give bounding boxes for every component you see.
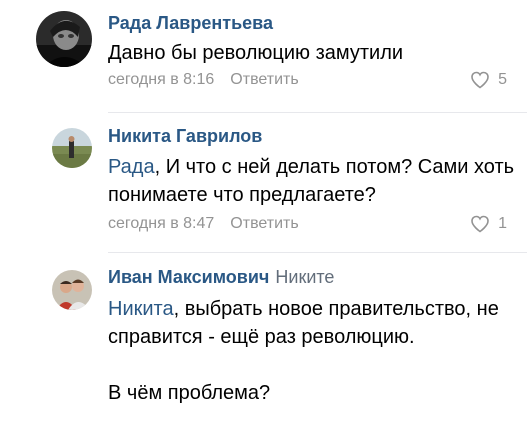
- mention-link[interactable]: Рада: [108, 156, 155, 178]
- divider: [108, 252, 527, 253]
- comment-text: Никита, выбрать новое правительство, не …: [108, 295, 518, 435]
- reply-button[interactable]: Ответить: [230, 71, 298, 88]
- comments-thread: Рада Лаврентьева Давно бы революцию заму…: [0, 0, 527, 408]
- comment-text: Рада, И что с ней делать потом? Сами хот…: [108, 153, 518, 209]
- comment-author[interactable]: Никита Гаврилов: [108, 126, 262, 147]
- comment: Никита Гаврилов Рада, И что с ней делать…: [0, 112, 527, 252]
- heart-icon: [471, 215, 489, 233]
- comment-meta: сегодня в 8:47 Ответить: [108, 215, 299, 233]
- like-count: 5: [498, 71, 507, 88]
- comment-body: , И что с ней делать потом? Сами хоть по…: [108, 156, 515, 206]
- comment: Иван Максимович Никите Никита, выбрать но…: [0, 252, 527, 408]
- avatar[interactable]: [52, 128, 92, 168]
- comment-timestamp[interactable]: сегодня в 8:47: [108, 215, 214, 232]
- like-count: 1: [498, 215, 507, 232]
- divider: [108, 112, 527, 113]
- mention-link[interactable]: Никита: [108, 298, 174, 320]
- avatar[interactable]: [36, 11, 92, 67]
- author-name[interactable]: Иван Максимович: [108, 267, 269, 287]
- like-button[interactable]: 5: [470, 71, 507, 89]
- comment-paragraph: Никита, выбрать новое правительство, не …: [108, 295, 518, 351]
- reply-button[interactable]: Ответить: [230, 215, 298, 232]
- like-button[interactable]: 1: [470, 215, 507, 233]
- comment-paragraph: В чём проблема?: [108, 382, 271, 404]
- comment-meta: сегодня в 8:16 Ответить: [108, 71, 299, 89]
- heart-icon: [471, 71, 489, 89]
- comment: Рада Лаврентьева Давно бы революцию заму…: [0, 0, 527, 112]
- reply-to-link[interactable]: Никите: [275, 267, 334, 287]
- comment-author[interactable]: Иван Максимович Никите: [108, 267, 334, 288]
- comment-author[interactable]: Рада Лаврентьева: [108, 13, 273, 34]
- comment-timestamp[interactable]: сегодня в 8:16: [108, 71, 214, 88]
- avatar[interactable]: [52, 270, 92, 310]
- comment-text: Давно бы революцию замутили: [108, 42, 404, 64]
